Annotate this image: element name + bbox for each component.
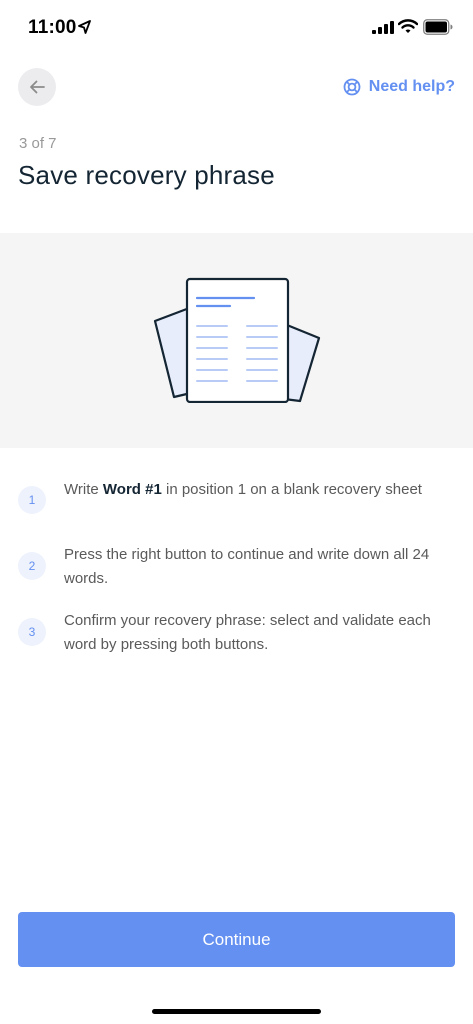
battery-icon [423,19,453,35]
step-text: Confirm your recovery phrase: select and… [64,612,431,653]
signal-icon [372,21,394,34]
need-help-link[interactable]: Need help? [343,76,455,98]
home-indicator [152,1009,321,1014]
illustration-panel [0,233,473,448]
step-number-badge: 2 [18,552,46,580]
step-number-badge: 1 [18,486,46,514]
page-title: Save recovery phrase [18,160,275,190]
location-arrow-icon [78,20,91,34]
status-time: 11:00 [28,17,77,38]
wifi-icon [398,19,418,33]
step-text-part: Write [64,481,103,498]
arrow-left-icon [30,80,45,94]
status-bar: 11:00 [0,0,473,56]
continue-button[interactable]: Continue [18,912,455,967]
step-text: Press the right button to continue and w… [64,546,430,587]
need-help-label: Need help? [368,78,455,95]
screen: 11:00 Need help? 3 of 7 Save recovery ph… [0,0,473,1024]
step-counter: 3 of 7 [19,135,57,152]
recovery-sheets-illustration [153,277,321,403]
step-number-badge: 3 [18,618,46,646]
step-text-bold: Word #1 [102,481,162,498]
back-button[interactable] [18,68,56,106]
lifebuoy-icon [343,78,361,96]
step-text: Write Word #1 in position 1 on a blank r… [64,478,454,502]
step-text-part: in position 1 on a blank recovery sheet [161,481,422,498]
